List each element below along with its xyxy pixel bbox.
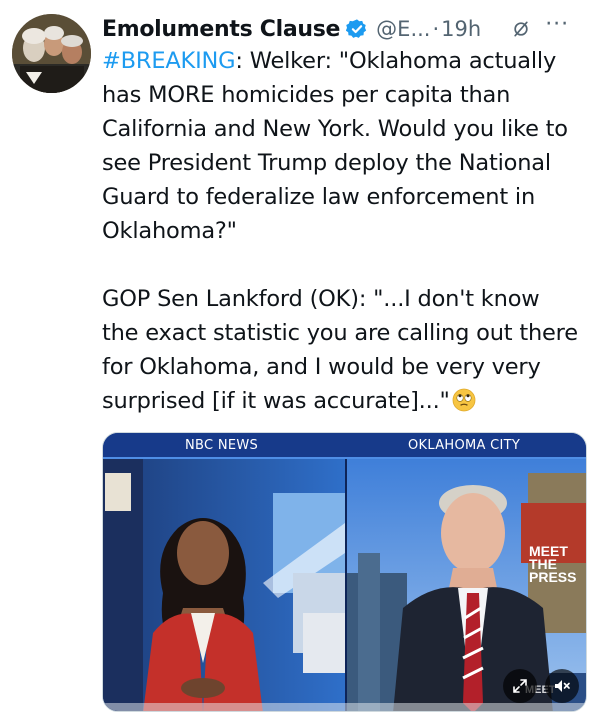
face-with-rolling-eyes-emoji [452,388,476,412]
avatar[interactable] [12,14,91,93]
tweet-paragraph-2: GOP Sen Lankford (OK): "...I don't know … [102,282,582,418]
expand-icon [513,679,527,693]
hashtag-link[interactable]: #BREAKING [102,48,236,74]
more-icon[interactable]: ··· [545,14,569,36]
verified-badge-icon[interactable] [346,18,368,40]
right-panel-label: OKLAHOMA CITY [408,438,521,453]
meet-the-press-logo: MEET THE PRESS [529,544,586,585]
mute-button[interactable] [545,669,579,703]
tweet-header: Emoluments Clause @E... · 19h ··· [102,12,591,46]
tweet-paragraph-1: #BREAKING: Welker: "Oklahoma actually ha… [102,44,582,248]
timestamp[interactable]: 19h [441,17,481,41]
display-name[interactable]: Emoluments Clause [102,17,340,42]
video-media[interactable]: NBC NEWS OKLAHOMA CITY MEET THE PRESS ME… [102,432,587,712]
tweet-paragraph-1-text: : Welker: "Oklahoma actually has MORE ho… [102,48,568,244]
left-panel-label: NBC NEWS [185,438,259,453]
tweet-paragraph-2-text: GOP Sen Lankford (OK): "...I don't know … [102,286,578,414]
grok-icon[interactable] [511,19,531,39]
separator-dot: · [432,17,440,41]
muted-speaker-icon [555,680,570,692]
user-handle[interactable]: @E... [376,17,430,41]
meet-logo-line2: THE PRESS [529,556,577,585]
tweet-text: #BREAKING: Welker: "Oklahoma actually ha… [102,44,582,418]
avatar-image [12,14,91,93]
expand-button[interactable] [503,669,537,703]
